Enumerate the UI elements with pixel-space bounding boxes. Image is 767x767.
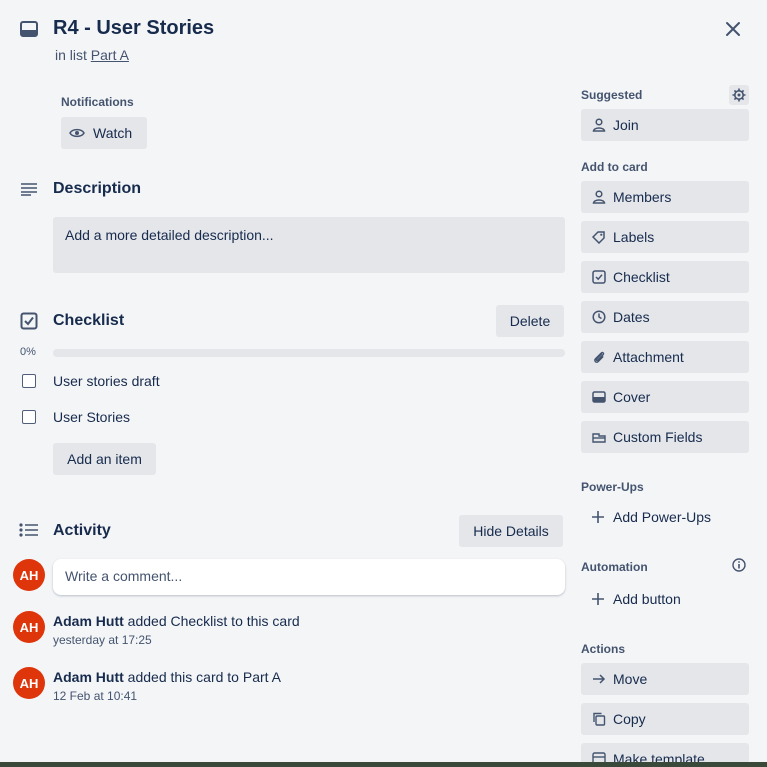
add-button-button[interactable]: Add button [581,583,749,615]
person-icon [591,117,607,133]
add-button-label: Add button [613,591,681,607]
actions-heading: Actions [581,642,626,656]
description-icon [20,181,38,197]
attachment-label: Attachment [613,349,684,365]
template-icon [591,751,607,762]
add-powerups-label: Add Power-Ups [613,509,712,525]
checklist-delete-button[interactable]: Delete [496,305,564,337]
automation-heading: Automation [581,560,648,574]
comment-placeholder: Write a comment... [65,568,183,584]
watch-button[interactable]: Watch [61,117,147,149]
watch-label: Watch [93,125,133,141]
add-checklist-item-button[interactable]: Add an item [53,443,156,475]
hide-details-label: Hide Details [473,523,549,539]
activity-icon [19,522,39,538]
add-powerups-button[interactable]: Add Power-Ups [581,501,749,533]
checklist-item-label[interactable]: User Stories [53,409,130,425]
members-label: Members [613,189,672,205]
powerups-heading: Power-Ups [581,480,644,494]
activity-time[interactable]: 12 Feb at 10:41 [53,689,137,703]
description-editor[interactable]: Add a more detailed description... [53,217,565,273]
close-icon[interactable] [722,18,744,40]
move-label: Move [613,671,648,687]
info-icon[interactable] [731,557,747,573]
members-button[interactable]: Members [581,181,749,213]
card-icon [20,20,38,38]
description-placeholder: Add a more detailed description... [65,227,274,243]
activity-action: added Checklist to this card [127,613,300,629]
checkbox-icon [591,269,607,285]
card-title[interactable]: R4 - User Stories [53,17,214,40]
list-link[interactable]: Part A [91,47,129,63]
activity-entry: Adam Hutt added this card to Part A [53,669,281,685]
description-heading: Description [53,180,142,197]
activity-heading: Activity [53,522,111,539]
activity-entry: Adam Hutt added Checklist to this card [53,613,300,629]
dates-label: Dates [613,309,650,325]
join-label: Join [613,117,639,133]
checklist-item-label[interactable]: User stories draft [53,373,160,389]
copy-button[interactable]: Copy [581,703,749,735]
eye-icon [69,125,85,141]
avatar[interactable]: AH [13,611,45,643]
dates-button[interactable]: Dates [581,301,749,333]
cover-button[interactable]: Cover [581,381,749,413]
cover-label: Cover [613,389,651,405]
avatar[interactable]: AH [13,667,45,699]
checklist-item-checkbox[interactable] [22,374,36,388]
attachment-button[interactable]: Attachment [581,341,749,373]
checklist-heading: Checklist [53,312,125,329]
labels-button[interactable]: Labels [581,221,749,253]
join-button[interactable]: Join [581,109,749,141]
checklist-item-checkbox[interactable] [22,410,36,424]
settings-gear-icon[interactable] [729,85,749,105]
copy-icon [591,711,607,727]
activity-user[interactable]: Adam Hutt [53,669,124,685]
hide-details-button[interactable]: Hide Details [459,515,563,547]
custom-fields-button[interactable]: Custom Fields [581,421,749,453]
custom-fields-icon [591,429,607,445]
person-icon [591,189,607,205]
plus-icon [590,591,606,607]
suggested-heading: Suggested [581,88,643,102]
in-list-prefix: in list [55,47,87,63]
checklist-delete-label: Delete [509,313,551,329]
activity-action: added this card to Part A [127,669,281,685]
cover-icon [591,389,607,405]
tag-icon [591,229,607,245]
notifications-heading: Notifications [61,95,134,109]
checklist-progress-text: 0% [20,346,36,358]
activity-time[interactable]: yesterday at 17:25 [53,633,152,647]
add-to-card-heading: Add to card [581,160,648,174]
paperclip-icon [591,349,607,365]
checklist-button[interactable]: Checklist [581,261,749,293]
checklist-icon [20,312,38,330]
arrow-right-icon [591,671,607,687]
make-template-label: Make template [613,751,705,762]
card-detail-modal: R4 - User Stories in list Part A Notific… [0,0,767,762]
clock-icon [591,309,607,325]
custom-fields-label: Custom Fields [613,429,703,445]
copy-label: Copy [613,711,646,727]
avatar[interactable]: AH [13,559,45,591]
make-template-button[interactable]: Make template [581,743,749,762]
comment-input[interactable]: Write a comment... [53,559,565,595]
move-button[interactable]: Move [581,663,749,695]
labels-label: Labels [613,229,655,245]
add-item-label: Add an item [67,451,142,467]
checklist-progress-bar [53,349,565,357]
list-info: in list Part A [55,47,129,63]
checklist-label: Checklist [613,269,670,285]
plus-icon [590,509,606,525]
activity-user[interactable]: Adam Hutt [53,613,124,629]
